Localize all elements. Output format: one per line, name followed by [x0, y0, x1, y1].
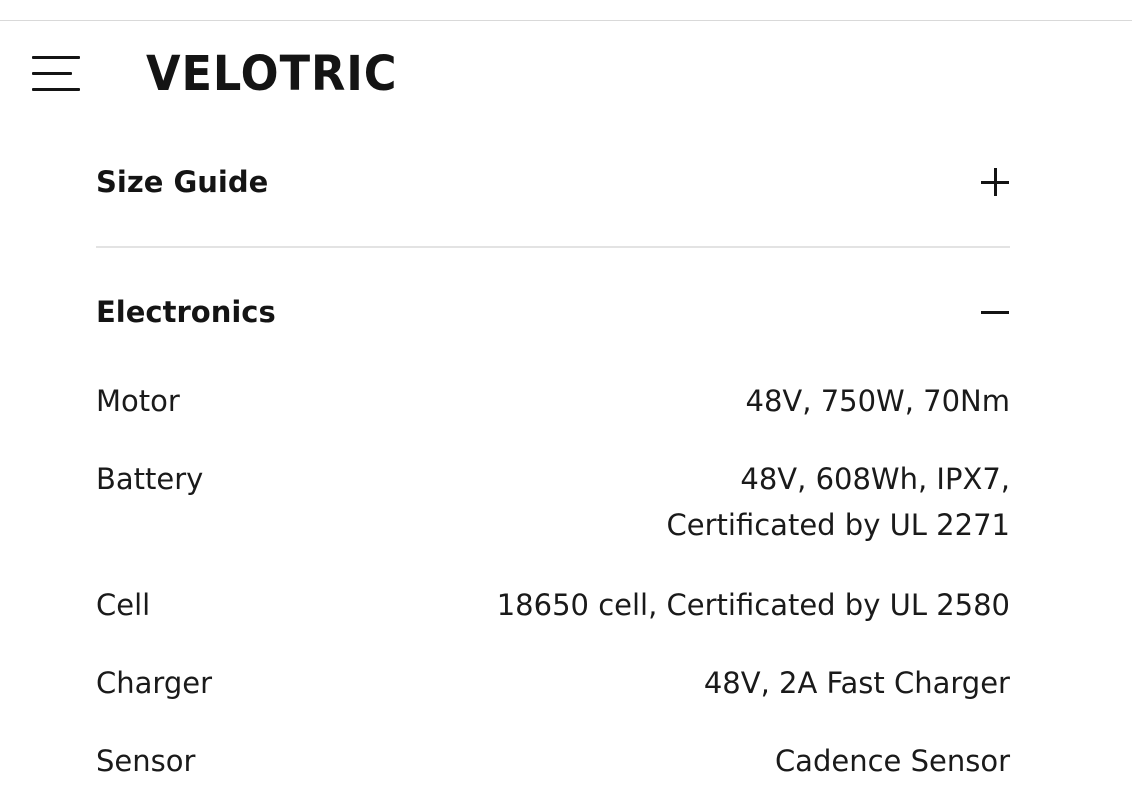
size-guide-title: Size Guide — [96, 165, 269, 199]
spec-value: Cadence Sensor — [774, 744, 1010, 778]
minus-icon[interactable] — [980, 297, 1010, 327]
product-spec-page: VELOTRIC Size Guide Electronics Motor 48… — [0, 0, 1132, 800]
size-guide-accordion-header[interactable]: Size Guide — [96, 162, 1010, 202]
spec-label: Charger — [96, 666, 212, 700]
spec-value: 48V, 2A Fast Charger — [703, 666, 1010, 700]
spec-label: Motor — [96, 384, 180, 418]
spec-row-battery: Battery 48V, 608Wh, IPX7, Certificated b… — [96, 456, 1010, 548]
spec-row-charger: Charger 48V, 2A Fast Charger — [96, 660, 1010, 706]
electronics-accordion-header[interactable]: Electronics — [96, 292, 1010, 332]
section-divider — [96, 246, 1010, 248]
spec-label: Cell — [96, 588, 151, 622]
spec-value-line-2: Certificated by UL 2271 — [666, 508, 1010, 542]
top-divider — [0, 20, 1132, 21]
spec-value: 18650 cell, Certificated by UL 2580 — [496, 588, 1010, 622]
electronics-title: Electronics — [96, 295, 276, 329]
plus-icon[interactable] — [980, 167, 1010, 197]
spec-label: Sensor — [96, 744, 196, 778]
spec-row-cell: Cell 18650 cell, Certificated by UL 2580 — [96, 582, 1010, 628]
spec-row-motor: Motor 48V, 750W, 70Nm — [96, 378, 1010, 424]
spec-row-sensor: Sensor Cadence Sensor — [96, 738, 1010, 784]
hamburger-menu-icon[interactable] — [32, 56, 80, 92]
spec-value-line-1: 48V, 608Wh, IPX7, — [740, 462, 1010, 496]
brand-logo[interactable]: VELOTRIC — [146, 46, 397, 102]
spec-label: Battery — [96, 462, 204, 496]
spec-value: 48V, 750W, 70Nm — [745, 384, 1010, 418]
